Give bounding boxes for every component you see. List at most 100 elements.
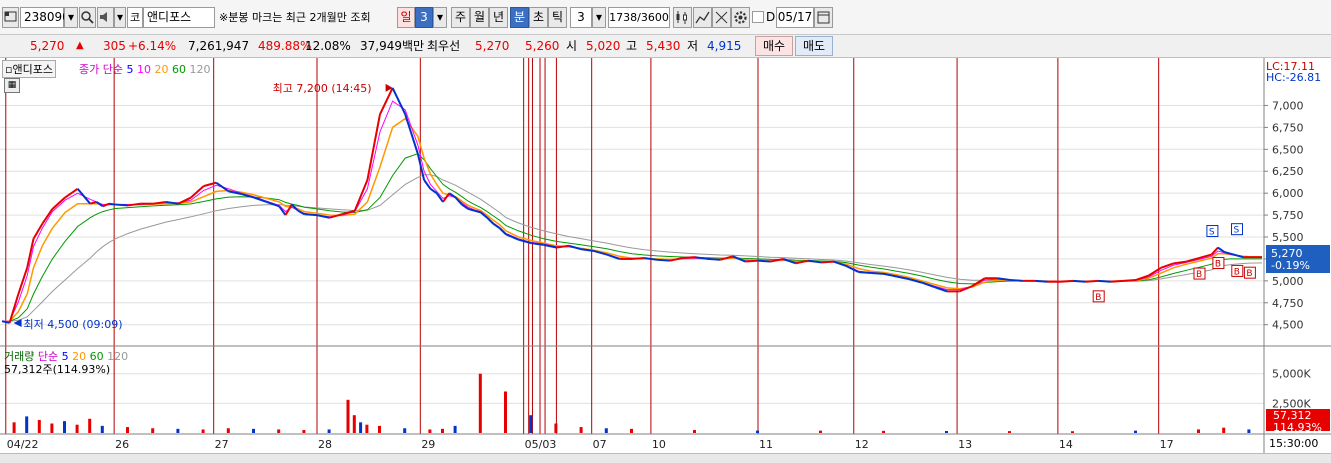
price-segment	[1072, 279, 1086, 283]
x-tick-label: 05/03	[525, 438, 557, 451]
volume-bar	[1134, 430, 1137, 433]
calendar-icon[interactable]	[814, 7, 833, 28]
ma-legend: 종가 단순 5 10 20 60 120	[79, 61, 210, 77]
stock-name-field[interactable]: 앤디포스	[143, 7, 215, 28]
price-segment	[1085, 279, 1099, 283]
bar-count-value: 1738	[609, 11, 638, 24]
period-tab-week[interactable]: 주	[451, 7, 470, 28]
period-tab-month[interactable]: 월	[470, 7, 489, 28]
best-ask-price: 5,270	[475, 39, 510, 53]
volume-bar	[201, 429, 205, 433]
quote-bar: 5,270 ▲ 305 +6.14% 7,261,947 489.88% 12.…	[0, 35, 1331, 58]
volume-bar	[176, 428, 180, 433]
volume-bar	[346, 399, 350, 433]
turnover-rate: 12.08%	[305, 39, 351, 53]
sell-button[interactable]: 매도	[795, 36, 833, 56]
volume-bar	[1008, 431, 1011, 433]
x-tick-label: 28	[318, 438, 332, 451]
date-checkbox[interactable]	[752, 11, 764, 23]
volume-value: 7,261,947	[188, 39, 250, 53]
y-tick-label: 5,500	[1272, 231, 1304, 244]
open-label: 시	[566, 39, 578, 53]
high-price: 5,430	[646, 39, 681, 53]
volume-bar	[12, 422, 16, 433]
price-change-pct: +6.14%	[128, 39, 177, 53]
buy-marker: B	[1215, 260, 1221, 270]
day-count-field[interactable]: 3	[415, 7, 433, 28]
high-marker-label: 최고 7,200 (14:45)	[272, 81, 372, 95]
x-tick-label: 26	[115, 438, 129, 451]
volume-bar	[478, 373, 482, 433]
volume-bar	[63, 421, 66, 433]
x-tick-label: 27	[215, 438, 229, 451]
x-tick-label: 13	[958, 438, 972, 451]
market-badge: 코	[127, 7, 143, 28]
period-tab-minute[interactable]: 분	[510, 7, 529, 28]
ma-legend-20: 20	[154, 63, 169, 76]
volume-bar	[441, 428, 444, 433]
interval-dropdown-icon[interactable]: ▾	[592, 7, 606, 28]
settings-gear-icon[interactable]	[731, 7, 750, 28]
window-menu-icon[interactable]	[2, 7, 19, 28]
volume-bar	[252, 428, 255, 433]
volume-bar	[428, 429, 432, 433]
stock-code-input[interactable]: 238090	[20, 7, 70, 28]
price-segment	[1060, 279, 1074, 283]
erase-tool-icon[interactable]	[712, 7, 731, 28]
volume-ratio: 489.88%	[258, 39, 312, 53]
x-tick-label: 29	[421, 438, 435, 451]
period-tab-year[interactable]: 년	[489, 7, 508, 28]
table-view-icon[interactable]: ▦	[4, 78, 20, 93]
buy-marker: B	[1234, 267, 1240, 277]
low-label: 저	[687, 39, 699, 53]
volume-bar	[529, 415, 533, 433]
price-segment	[1098, 279, 1111, 283]
date-input[interactable]: 05/17	[776, 7, 814, 28]
price-segment	[871, 271, 885, 275]
buy-marker: B	[1246, 269, 1252, 279]
volume-bar	[352, 415, 356, 433]
price-segment	[1123, 278, 1137, 282]
period-tab-second[interactable]: 초	[529, 7, 548, 28]
time-label: 15:30:00	[1269, 437, 1319, 450]
up-arrow-icon: ▲	[76, 40, 84, 51]
price-segment	[682, 256, 696, 260]
buy-marker: B	[1196, 270, 1202, 280]
y-tick-label: 4,750	[1272, 297, 1304, 310]
speaker-dropdown-icon[interactable]: ▾	[114, 7, 126, 28]
ma-legend-label: 종가 단순	[79, 63, 123, 76]
interval-field[interactable]: 3	[570, 7, 592, 28]
y-tick-label: 6,750	[1272, 121, 1304, 134]
volume-bar	[126, 427, 129, 433]
volume-bar	[403, 428, 407, 433]
period-tab-tick[interactable]: 틱	[548, 7, 567, 28]
search-icon[interactable]	[79, 7, 96, 28]
volume-bar	[359, 422, 363, 433]
volume-bar	[1222, 427, 1226, 433]
speaker-icon[interactable]	[97, 7, 114, 28]
volume-ma-120: 120	[107, 350, 129, 363]
low-price: 4,915	[707, 39, 742, 53]
x-tick-label: 12	[855, 438, 869, 451]
bar-count-field[interactable]: 1738/3600	[608, 7, 670, 28]
drawing-tool-icon[interactable]	[693, 7, 712, 28]
buy-button[interactable]: 매수	[755, 36, 793, 56]
volume-bar	[604, 428, 608, 433]
day-count-dropdown-icon[interactable]: ▾	[433, 7, 447, 28]
price-segment	[631, 257, 645, 260]
price-segment	[115, 203, 129, 207]
code-dropdown-icon[interactable]: ▾	[64, 7, 78, 28]
price-segment	[757, 259, 771, 263]
x-tick-label: 17	[1160, 438, 1174, 451]
current-price-tag-pct: -0.19%	[1271, 259, 1310, 272]
price-chart[interactable]: BBBB BS S 7,0006,7506,5006,2506,0005,7505,…	[0, 58, 1331, 462]
ma-legend-10: 10	[136, 63, 151, 76]
x-tick-label: 14	[1059, 438, 1073, 451]
volume-bar	[100, 425, 104, 433]
volume-bar	[882, 430, 885, 433]
volume-bar	[327, 429, 331, 433]
period-tab-day[interactable]: 일	[397, 7, 415, 28]
best-bid-price: 5,260	[525, 39, 560, 53]
candle-type-icon[interactable]	[673, 7, 692, 28]
stock-name-tag[interactable]: ▫앤디포스	[2, 60, 56, 78]
